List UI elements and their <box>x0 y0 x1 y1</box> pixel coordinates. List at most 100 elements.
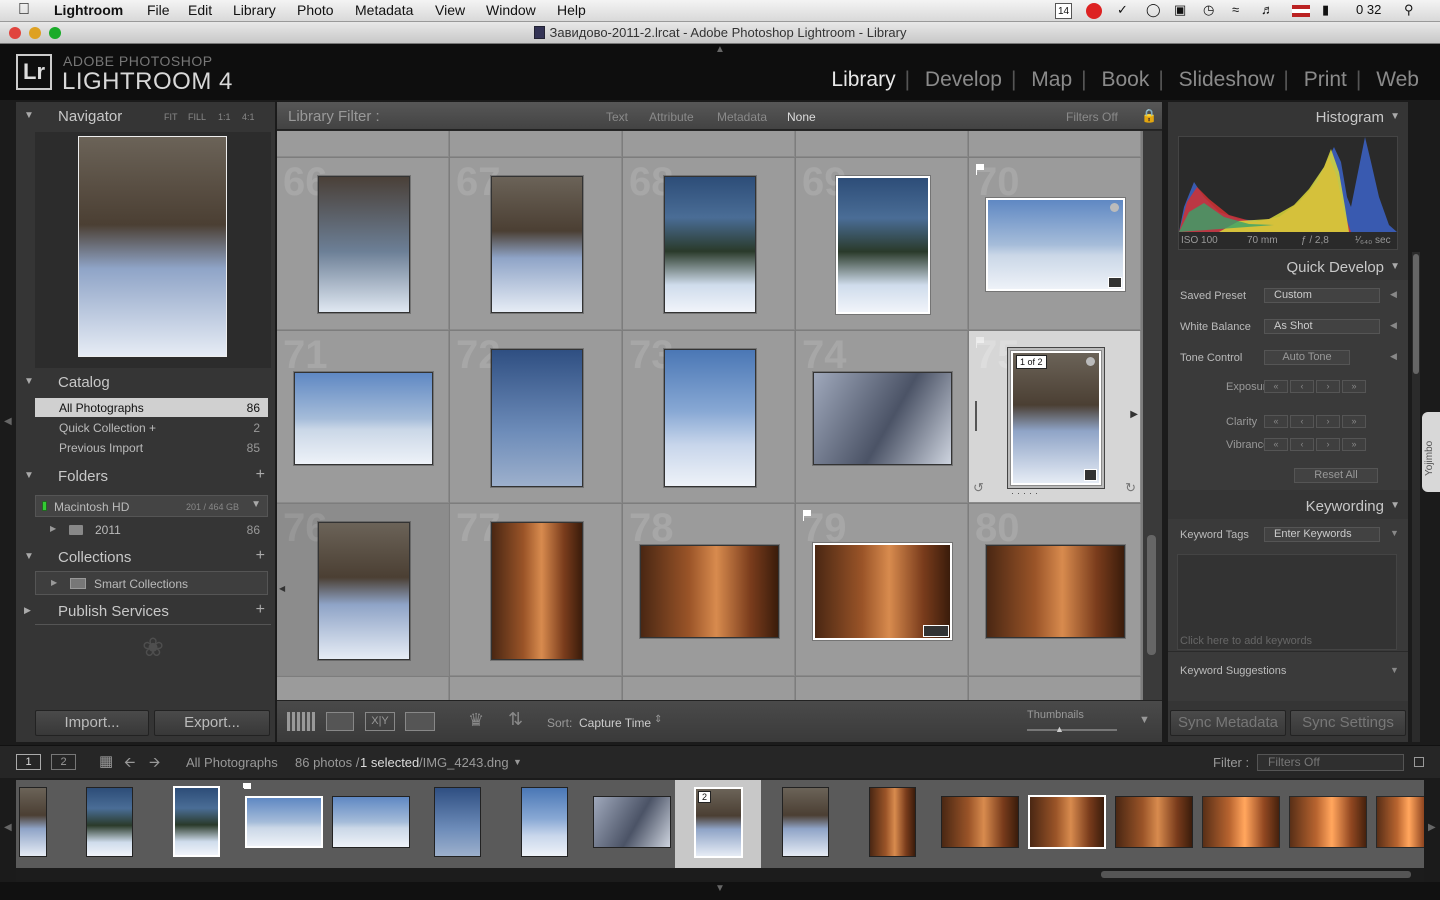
time-machine-icon[interactable]: ◷ <box>1203 2 1214 18</box>
catalog-header[interactable]: ▼ Catalog <box>16 372 275 394</box>
filmstrip-thumbnail[interactable] <box>86 787 133 857</box>
menu-help[interactable]: Help <box>557 2 586 18</box>
module-library[interactable]: Library <box>822 68 904 91</box>
disclosure-icon[interactable]: ◀ <box>1390 320 1397 331</box>
folders-header[interactable]: ▼ Folders + <box>16 466 275 488</box>
filmstrip-thumbnail[interactable] <box>1115 796 1193 848</box>
source-label[interactable]: All Photographs <box>186 755 278 770</box>
photo-thumbnail[interactable] <box>986 545 1125 638</box>
yojimbo-drawer-tab[interactable]: Yojimbo <box>1422 412 1440 492</box>
quick-collection-icon[interactable] <box>1110 203 1119 212</box>
filmstrip-right-icon[interactable]: ▶ <box>1428 822 1436 833</box>
clock[interactable]: 0 32 <box>1356 2 1381 17</box>
filmstrip-thumbnail[interactable] <box>869 787 916 857</box>
disclosure-icon[interactable]: ◀ <box>1390 351 1397 362</box>
forward-arrow-icon[interactable]: 🡪 <box>149 752 160 776</box>
close-window-button[interactable] <box>9 27 21 39</box>
secondary-screen-button[interactable]: 2 <box>51 754 76 770</box>
volume-menu-icon[interactable]: ▼ <box>251 499 261 510</box>
photo-thumbnail[interactable] <box>491 176 583 313</box>
filmstrip-left-icon[interactable]: ◀ <box>4 822 12 833</box>
loupe-view-icon[interactable] <box>326 712 354 731</box>
import-button[interactable]: Import... <box>35 710 149 736</box>
scrollbar-thumb[interactable] <box>1413 254 1419 374</box>
menu-file[interactable]: File <box>147 2 170 18</box>
filmstrip-scrollbar[interactable] <box>16 868 1424 882</box>
photo-thumbnail[interactable] <box>318 176 410 313</box>
navigator-header[interactable]: ▼ Navigator FIT FILL 1:1 4:1 <box>16 106 275 128</box>
folder-item-2011[interactable]: ▶ 2011 86 <box>35 520 268 539</box>
filmstrip-thumbnail[interactable] <box>521 787 568 857</box>
spotlight-icon[interactable]: ⚲ <box>1404 2 1414 18</box>
primary-screen-button[interactable]: 1 <box>16 754 41 770</box>
filmstrip-thumbnail[interactable] <box>245 796 323 848</box>
left-panel-toggle-icon[interactable]: ◀ <box>4 416 12 427</box>
export-button[interactable]: Export... <box>154 710 270 736</box>
zoom-1-1[interactable]: 1:1 <box>218 112 231 122</box>
source-menu-icon[interactable]: ▼ <box>513 757 522 767</box>
toolbar-menu-icon[interactable]: ▼ <box>1139 714 1150 726</box>
grid-cell[interactable]: 76 ◀ <box>277 504 449 676</box>
rating-dots[interactable]: ····· <box>1011 488 1041 498</box>
photo-thumbnail[interactable] <box>836 176 930 314</box>
compare-view-icon[interactable]: X|Y <box>365 712 395 731</box>
navigator-image[interactable] <box>78 136 227 357</box>
edit-badges-icon[interactable] <box>923 625 949 637</box>
zoom-fill[interactable]: FILL <box>188 112 206 122</box>
pick-flag-icon[interactable] <box>803 510 812 521</box>
battery-icon[interactable]: ▮ <box>1322 2 1329 18</box>
grid-cell[interactable]: 68 <box>623 158 795 330</box>
auto-tone-button[interactable]: Auto Tone <box>1264 350 1350 365</box>
grid-cell[interactable]: 72 <box>450 331 622 503</box>
photo-thumbnail[interactable] <box>664 349 756 487</box>
app-status-icon[interactable] <box>1086 3 1102 19</box>
grid-cell[interactable]: 80 <box>969 504 1141 676</box>
filmstrip-thumbnail[interactable] <box>173 786 220 857</box>
zoom-4-1[interactable]: 4:1 <box>242 112 255 122</box>
grid-cell[interactable]: 73 <box>623 331 795 503</box>
module-print[interactable]: Print <box>1295 68 1356 91</box>
pick-flag-icon[interactable] <box>976 164 985 175</box>
keyword-placeholder[interactable]: Click here to add keywords <box>1180 635 1312 647</box>
photo-thumbnail[interactable] <box>986 198 1125 291</box>
display-icon[interactable]: ▣ <box>1174 2 1186 18</box>
grid-cell[interactable]: 79 <box>796 504 968 676</box>
stack-badge[interactable]: 1 of 2 <box>1016 355 1047 369</box>
quick-develop-header[interactable]: Quick Develop ▼ <box>1168 256 1408 278</box>
histogram-chart[interactable]: ISO 100 70 mm ƒ / 2,8 ¹⁄₆₄₀ sec <box>1178 136 1398 250</box>
photo-thumbnail[interactable] <box>664 176 756 313</box>
filmstrip-thumbnail[interactable] <box>332 796 410 848</box>
minimize-window-button[interactable] <box>29 27 41 39</box>
tool-icon[interactable]: ✓ <box>1117 2 1128 18</box>
flag-input-icon[interactable] <box>1292 5 1310 17</box>
module-web[interactable]: Web <box>1367 68 1428 91</box>
grid-cell[interactable]: 77 <box>450 504 622 676</box>
zoom-window-button[interactable] <box>49 27 61 39</box>
photo-thumbnail[interactable]: 1 of 2 <box>1011 351 1101 485</box>
scrollbar-thumb[interactable] <box>1147 535 1156 655</box>
photo-thumbnail[interactable] <box>294 372 433 465</box>
rotate-left-icon[interactable]: ↺ <box>973 480 984 496</box>
sort-dropdown[interactable]: Capture Time <box>579 716 651 730</box>
filmstrip-thumbnail[interactable]: 2 <box>694 787 743 858</box>
thumbnail-slider-handle[interactable]: ▲ <box>1055 724 1064 734</box>
filmstrip-thumbnail[interactable] <box>434 787 481 857</box>
scrollbar-thumb[interactable] <box>1101 871 1411 878</box>
publish-services-header[interactable]: ▶ Publish Services + <box>16 601 275 623</box>
grid-cell[interactable]: 78 <box>623 504 795 676</box>
filmstrip-thumbnail[interactable] <box>593 796 671 848</box>
filter-lock-icon[interactable] <box>1414 757 1424 767</box>
filmstrip-thumbnail[interactable] <box>941 796 1019 848</box>
back-arrow-icon[interactable]: 🡨 <box>124 752 135 776</box>
filter-tab-text[interactable]: Text <box>606 110 628 124</box>
filmstrip-filter-dropdown[interactable]: Filters Off <box>1257 754 1404 771</box>
expand-stack-icon[interactable]: ▶ <box>1130 409 1138 420</box>
disclosure-icon[interactable]: ▼ <box>1390 528 1399 538</box>
zoom-fit[interactable]: FIT <box>164 112 178 122</box>
collection-badge-icon[interactable] <box>1108 277 1122 288</box>
module-book[interactable]: Book <box>1092 68 1158 91</box>
filter-tab-attribute[interactable]: Attribute <box>649 110 694 124</box>
menu-window[interactable]: Window <box>486 2 536 18</box>
expand-icon[interactable]: ▶ <box>51 578 57 587</box>
grid-cell[interactable]: 70 <box>969 158 1141 330</box>
